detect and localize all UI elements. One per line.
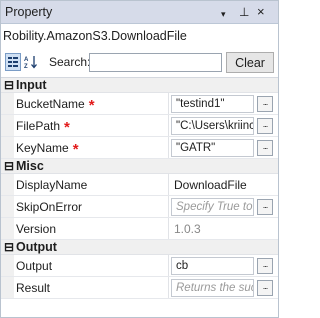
categorized-sort-icon[interactable] [5,53,21,71]
skiponerror-value[interactable]: Specify True to [171,198,254,216]
property-row-version[interactable]: Version 1.0.3 [1,218,278,240]
property-name: DisplayName [16,178,88,192]
property-name: BucketName * [16,93,95,117]
row-gutter [1,93,14,114]
property-row-result[interactable]: Result Returns the suc ... [1,277,278,299]
result-ellipsis-button[interactable]: ... [257,280,273,296]
collapse-icon[interactable]: ⊟ [4,240,14,255]
category-label: Misc [16,159,44,173]
clear-button[interactable]: Clear [226,52,274,73]
row-gutter [1,196,14,217]
property-name: Result [16,281,51,295]
close-icon[interactable]: × [257,4,265,20]
row-gutter [1,218,14,239]
property-panel: Property ▾ ⊥ × Robility.AmazonS3.Downloa… [0,0,279,318]
panel-title: Property [5,5,53,19]
property-name: FilePath * [16,115,70,139]
collapse-icon[interactable]: ⊟ [4,78,14,93]
property-name: Output [16,259,53,273]
property-name: SkipOnError [16,200,83,214]
property-name: KeyName * [16,137,79,161]
row-gutter [1,174,14,195]
column-divider [168,218,169,239]
displayname-value[interactable]: DownloadFile [174,174,247,196]
svg-text:A: A [24,57,29,63]
categorized-glyph [8,57,18,67]
output-value[interactable]: cb [171,257,254,275]
bucketname-value[interactable]: "testind1" [171,95,254,113]
property-name-text: BucketName [16,97,85,111]
required-marker: * [72,141,79,158]
property-toolbar: A Z Search: Clear [1,49,278,75]
search-input[interactable] [89,53,222,72]
keyname-value[interactable]: "GATR" [171,139,254,157]
column-divider [168,255,169,276]
property-row-filepath[interactable]: FilePath * "C:\Users\kriinc ... [1,115,278,137]
property-row-bucketname[interactable]: BucketName * "testind1" ... [1,93,278,115]
title-bar: Property ▾ ⊥ × [1,1,278,24]
search-label: Search: [49,55,91,69]
category-label: Input [16,78,47,92]
filepath-ellipsis-button[interactable]: ... [257,118,273,134]
column-divider [168,174,169,195]
property-row-keyname[interactable]: KeyName * "GATR" ... [1,137,278,159]
property-row-output[interactable]: Output cb ... [1,255,278,277]
version-value: 1.0.3 [174,222,201,236]
category-misc[interactable]: ⊟ Misc [1,159,278,174]
category-input[interactable]: ⊟ Input [1,78,278,93]
column-divider [168,277,169,298]
bucketname-ellipsis-button[interactable]: ... [257,96,273,112]
result-value[interactable]: Returns the suc [171,279,254,297]
property-name-text: FilePath [16,119,61,133]
property-name-text: KeyName [16,141,69,155]
row-gutter [1,115,14,136]
category-label: Output [16,240,57,254]
column-divider [168,137,169,158]
svg-text:Z: Z [24,64,28,69]
keyname-ellipsis-button[interactable]: ... [257,140,273,156]
collapse-icon[interactable]: ⊟ [4,159,14,174]
column-divider [168,115,169,136]
alphabetical-sort-icon[interactable]: A Z [23,53,39,71]
required-marker: * [88,97,95,114]
row-gutter [1,255,14,276]
alphabetical-glyph: A Z [24,56,37,69]
property-name: Version [16,222,57,236]
required-marker: * [64,119,70,136]
output-ellipsis-button[interactable]: ... [257,258,273,274]
dropdown-icon[interactable]: ▾ [221,6,226,22]
column-divider [168,93,169,114]
category-output[interactable]: ⊟ Output [1,240,278,255]
property-row-skiponerror[interactable]: SkipOnError Specify True to ... [1,196,278,218]
pin-icon[interactable]: ⊥ [239,4,249,20]
row-gutter [1,277,14,298]
filepath-value[interactable]: "C:\Users\kriinc [171,117,254,135]
property-row-displayname[interactable]: DisplayName DownloadFile [1,174,278,196]
property-grid: ⊟ Input BucketName * "testind1" ... FileP… [1,77,278,299]
column-divider [168,196,169,217]
row-gutter [1,137,14,158]
skiponerror-ellipsis-button[interactable]: ... [257,199,273,215]
activity-type-name: Robility.AmazonS3.DownloadFile [3,29,187,43]
